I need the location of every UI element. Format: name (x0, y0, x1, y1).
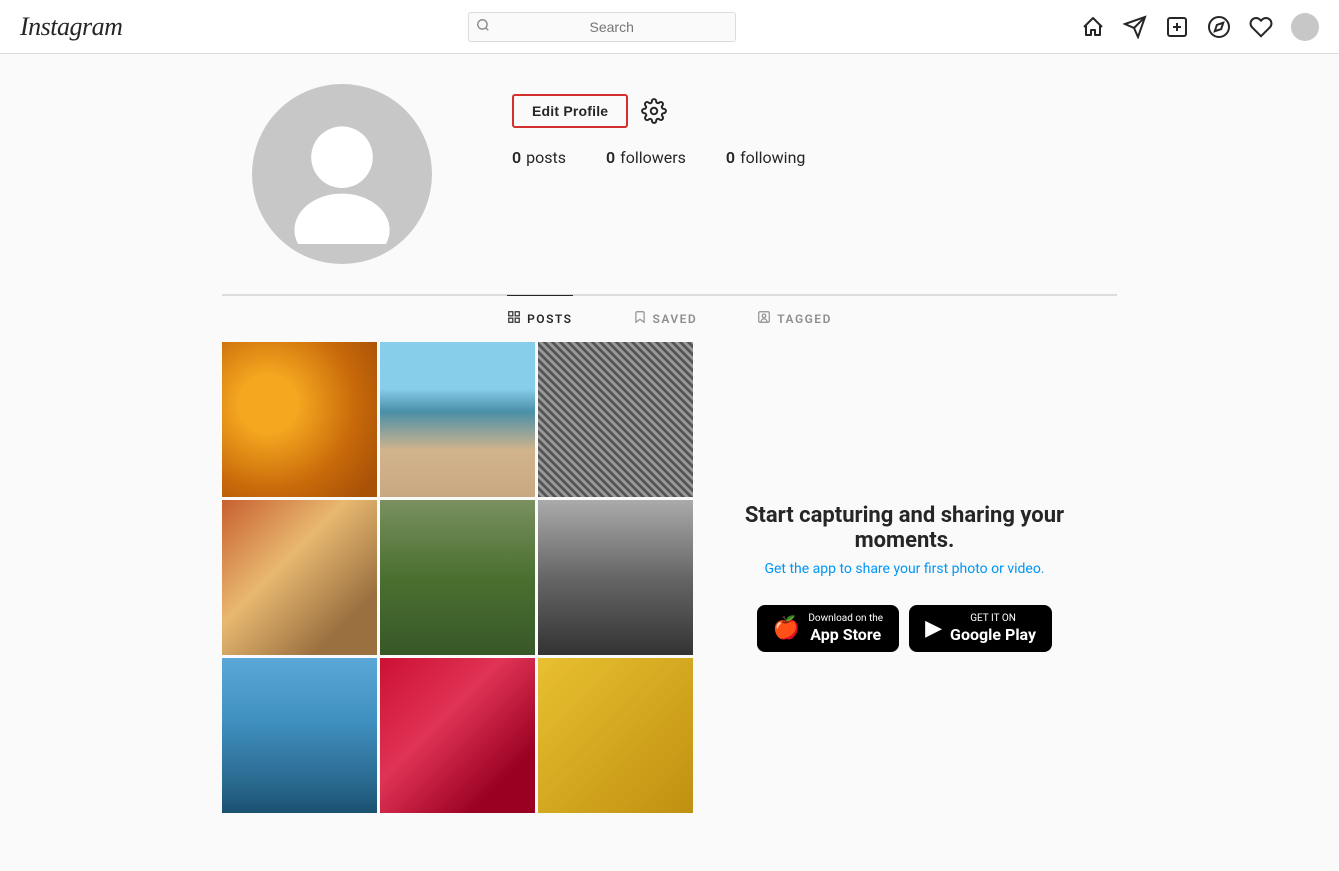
tab-saved-label: SAVED (653, 312, 698, 326)
send-icon[interactable] (1123, 15, 1147, 39)
profile-header: Edit Profile 0 posts 0 followers (222, 84, 1117, 295)
apple-icon: 🍎 (773, 616, 800, 641)
googleplay-badge[interactable]: ▶ GET IT ON Google Play (909, 605, 1052, 652)
photo-6 (538, 500, 693, 655)
photo-grid (222, 342, 692, 813)
profile-stats: 0 posts 0 followers 0 following (512, 148, 1117, 167)
promo-section: Start capturing and sharing your moments… (692, 342, 1117, 813)
explore-icon[interactable] (1207, 15, 1231, 39)
followers-stat[interactable]: 0 followers (606, 148, 686, 167)
photo-2 (380, 342, 535, 497)
appstore-text: Download on the App Store (808, 613, 883, 644)
googleplay-text: GET IT ON Google Play (950, 613, 1036, 644)
appstore-badge[interactable]: 🍎 Download on the App Store (757, 605, 899, 652)
user-avatar[interactable] (1291, 13, 1319, 41)
edit-profile-button[interactable]: Edit Profile (512, 94, 628, 128)
search-wrapper (468, 12, 736, 42)
following-stat[interactable]: 0 following (726, 148, 805, 167)
promo-subtitle[interactable]: Get the app to share your first photo or… (764, 561, 1044, 577)
tab-tagged-label: TAGGED (777, 312, 832, 326)
google-play-icon: ▶ (925, 616, 942, 641)
profile-actions: Edit Profile (512, 94, 1117, 128)
posts-label: posts (526, 148, 566, 167)
photo-cell-7[interactable] (222, 658, 377, 813)
search-section (468, 12, 736, 42)
photo-4 (222, 500, 377, 655)
followers-count: 0 (606, 148, 615, 167)
photo-cell-5[interactable] (380, 500, 535, 655)
content-area: Start capturing and sharing your moments… (202, 342, 1137, 813)
app-badges: 🍎 Download on the App Store ▶ GET IT ON … (757, 605, 1052, 652)
following-label: following (740, 148, 805, 167)
profile-avatar[interactable] (252, 84, 432, 264)
profile-container: Edit Profile 0 posts 0 followers (202, 54, 1137, 342)
home-icon[interactable] (1081, 15, 1105, 39)
photo-5 (380, 500, 535, 655)
heart-icon[interactable] (1249, 15, 1273, 39)
photo-3 (538, 342, 693, 497)
photo-9 (538, 658, 693, 813)
photo-cell-8[interactable] (380, 658, 535, 813)
bookmark-icon (633, 310, 647, 328)
photo-cell-1[interactable] (222, 342, 377, 497)
header-icons (1081, 13, 1319, 41)
photo-cell-2[interactable] (380, 342, 535, 497)
photo-8 (380, 658, 535, 813)
tab-saved[interactable]: SAVED (633, 295, 698, 342)
promo-title: Start capturing and sharing your moments… (712, 503, 1097, 553)
avatar-section (252, 84, 432, 264)
settings-icon[interactable] (640, 97, 668, 125)
search-input[interactable] (468, 12, 736, 42)
followers-label: followers (620, 148, 686, 167)
tab-tagged[interactable]: TAGGED (757, 295, 832, 342)
instagram-logo[interactable]: Instagram (20, 12, 122, 42)
add-post-icon[interactable] (1165, 15, 1189, 39)
posts-stat[interactable]: 0 posts (512, 148, 566, 167)
profile-tabs: POSTS SAVED TAGGED (222, 295, 1117, 342)
photo-1 (222, 342, 377, 497)
grid-icon (507, 310, 521, 328)
avatar-silhouette (272, 104, 412, 244)
photo-cell-3[interactable] (538, 342, 693, 497)
photo-cell-4[interactable] (222, 500, 377, 655)
following-count: 0 (726, 148, 735, 167)
photo-cell-6[interactable] (538, 500, 693, 655)
header: Instagram (0, 0, 1339, 54)
profile-info: Edit Profile 0 posts 0 followers (512, 84, 1117, 167)
tab-posts[interactable]: POSTS (507, 295, 572, 342)
tab-posts-label: POSTS (527, 312, 572, 326)
posts-count: 0 (512, 148, 521, 167)
photo-cell-9[interactable] (538, 658, 693, 813)
photo-7 (222, 658, 377, 813)
person-tag-icon (757, 310, 771, 328)
